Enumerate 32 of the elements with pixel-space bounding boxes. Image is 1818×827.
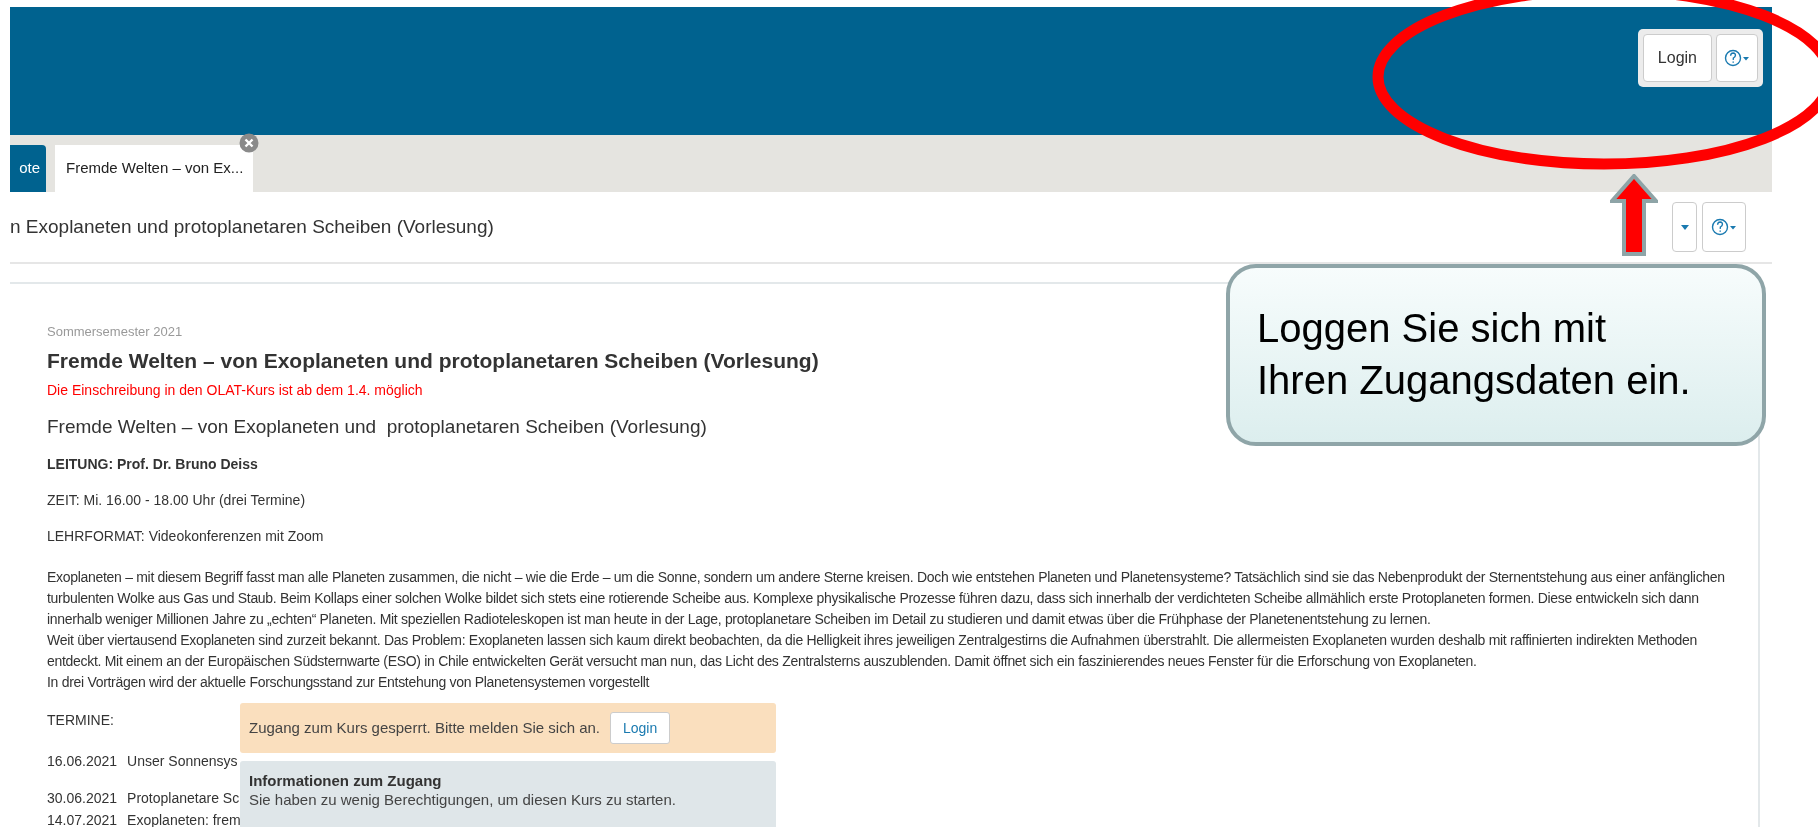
date-text: 16.06.2021: [47, 752, 118, 771]
course-fact: ZEIT: Mi. 16.00 - 18.00 Uhr (drei Termine): [47, 491, 306, 509]
date-text: 30.06.2021: [47, 789, 118, 808]
caret-icon: [1680, 224, 1689, 230]
close-icon[interactable]: [239, 133, 259, 153]
description-paragraph: Weit über viertausend Exoplaneten sind zurzeit bekannt. Das Problem: Exoplaneten lassen sich kaum direkt beobachten, da die Helligkeit ihres jeweiligen Zentralgestirns die Aufnahmen überstrahlt. Die allermeisten Exoplaneten wurden deshalb mit raffinierten indirekten Methoden entdeckt. Mit einem an der Europäischen Südsternwarte (ESO) in Chile entwickelten Gerät versucht man nun, das Licht des Zentralsterns auszublenden. Damit öffnet sich ein faszinierendes neues Fenster für die Erforschung von Exoplaneten.: [47, 631, 1699, 671]
help-button[interactable]: [1702, 202, 1746, 252]
course-fact: LEITUNG: Prof. Dr. Bruno Deiss: [47, 455, 258, 473]
termine-label: TERMINE:: [47, 711, 114, 729]
callout-box: Loggen Sie sich mit Ihren Zugangsdaten ein.: [1226, 264, 1766, 446]
description-paragraph: Exoplaneten – mit diesem Begriff fasst man alle Planeten zusammen, die nicht – wie die Erde – um die Sonne, sondern um andere Sterne kreisen. Doch wie entstehen Planeten und Planetensysteme? Tatsächlich sind sie das Nebenprodukt der Sternentstehung aus einer anfänglichen turbulenten Wolke aus Gas und Staub. Beim Kollaps einer solchen Wolke bildet sich stets eine rotierende Scheibe aus. Komplexe physikalische Prozesse führen dazu, dass sich innerhalb der verdichteten Scheibe allmählich erste Protoplaneten formen. Diese entwickeln sich dann innerhalb weniger Millionen Jahre zu „echten“ Planeten. Mit speziellen Radioteleskopen ist man heute in der Lage, protoplanetare Scheiben im Detail zu studieren und damit etwas über die Frühphase der Planetenentstehung zu lernen.: [47, 568, 1726, 629]
event-title: Unser Sonnensys: [127, 752, 238, 771]
info-text: Sie haben zu wenig Berechtigungen, um diesen Kurs zu starten.: [249, 790, 677, 809]
course-fact: LEHRFORMAT: Videokonferenzen mit Zoom: [47, 527, 324, 545]
course-subtitle: Fremde Welten – von Exoplaneten und protoplanetaren Scheiben (Vorlesung): [47, 415, 707, 439]
event-title: Protoplanetare Sc: [127, 789, 240, 808]
alert-message: Zugang zum Kurs gesperrt. Bitte melden Sie sich an.: [249, 717, 600, 738]
login-button[interactable]: Login: [610, 712, 671, 744]
login-button[interactable]: Login: [1642, 34, 1712, 82]
description-paragraph: In drei Vorträgen wird der aktuelle Forschungsstand zur Entstehung von Planetensystemen vorgestellt: [47, 673, 651, 692]
help-icon: [1711, 217, 1737, 237]
semester-label: Sommersemester 2021: [47, 324, 183, 340]
tab[interactable]: Fremde Welten – von Ex...: [55, 145, 253, 192]
date-text: 14.07.2021: [47, 811, 118, 827]
tab[interactable]: ote: [10, 145, 46, 192]
page-title: n Exoplaneten und protoplanetaren Scheiben (Vorlesung): [10, 214, 494, 239]
enrollment-notice: Die Einschreibung in den OLAT-Kurs ist ab dem 1.4. möglich: [47, 381, 423, 399]
info-title: Informationen zum Zugang: [249, 771, 443, 790]
course-title: Fremde Welten – von Exoplaneten und protoplanetaren Scheiben (Vorlesung): [47, 348, 819, 374]
event-title: Exoplaneten: frem: [127, 811, 241, 827]
help-button[interactable]: [1716, 34, 1758, 82]
help-icon: [1724, 48, 1750, 68]
